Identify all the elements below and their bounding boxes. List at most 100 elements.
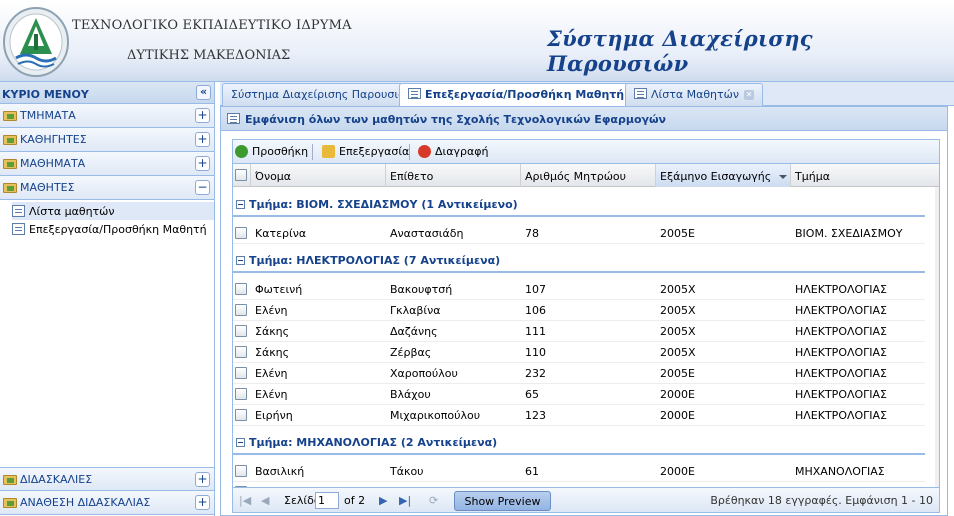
- group-collapse-icon[interactable]: [236, 200, 245, 209]
- table-cell: 2005Ε: [660, 367, 695, 380]
- delete-label: Διαγραφή: [435, 145, 489, 158]
- table-cell: 2000Ε: [660, 388, 695, 401]
- institution-logo-icon: [3, 7, 69, 77]
- group-header[interactable]: Τμήμα: ΒΙΟΜ. ΣΧΕΔΙΑΣΜΟΥ (1 Αντικείμενο): [233, 193, 925, 217]
- sidebar-section-students[interactable]: ΜΑΘΗΤΕΣ −: [0, 176, 214, 200]
- row-checkbox[interactable]: [235, 409, 247, 421]
- collapse-icon[interactable]: −: [195, 180, 210, 195]
- show-preview-button[interactable]: Show Preview: [454, 491, 551, 511]
- table-cell: 65: [525, 388, 539, 401]
- next-page-icon[interactable]: ▶: [379, 494, 387, 507]
- sidebar-section-professors[interactable]: ΚΑΘΗΓΗΤΕΣ +: [0, 128, 214, 152]
- sidebar-section-teachings[interactable]: ΔΙΔΑΣΚΑΛΙΕΣ +: [0, 467, 214, 491]
- column-header-registry-number[interactable]: Αριθμός Μητρώου: [521, 164, 656, 187]
- table-cell: Τάκου: [390, 465, 424, 478]
- row-checkbox[interactable]: [235, 304, 247, 316]
- select-all-header: [233, 164, 251, 187]
- table-cell: 2005Χ: [660, 304, 696, 317]
- main-menu-sidebar: ΚΥΡΙΟ ΜΕΝΟΥ « ΤΜΗΜΑΤΑ + ΚΑΘΗΓΗΤΕΣ + ΜΑΘΗ…: [0, 82, 215, 516]
- expand-icon[interactable]: +: [195, 472, 210, 487]
- table-row[interactable]: Ελένη Βλάχου 65 2000Ε ΗΛΕΚΤΡΟΛΟΓΙΑΣ: [233, 384, 925, 405]
- tab-label: Λίστα Μαθητών: [651, 88, 740, 101]
- table-cell: Ελένη: [255, 388, 288, 401]
- group-title: Τμήμα: ΒΙΟΜ. ΣΧΕΔΙΑΣΜΟΥ (1 Αντικείμενο): [249, 198, 518, 211]
- table-cell: Ειρήνη: [255, 409, 293, 422]
- expand-icon[interactable]: +: [195, 108, 210, 123]
- refresh-icon[interactable]: ⟳: [429, 494, 438, 507]
- column-header-last-name[interactable]: Επίθετο: [386, 164, 521, 187]
- table-row[interactable]: Βασιλική Τάκου 61 2000Ε ΜΗΧΑΝΟΛΟΓΙΑΣ: [233, 461, 925, 482]
- institution-name-line2: ΔΥΤΙΚΗΣ ΜΑΚΕΔΟΝΙΑΣ: [127, 48, 291, 63]
- table-cell: ΗΛΕΚΤΡΟΛΟΓΙΑΣ: [795, 304, 888, 317]
- table-cell: 106: [525, 304, 546, 317]
- table-cell: 2000Ε: [660, 409, 695, 422]
- row-checkbox[interactable]: [235, 388, 247, 400]
- delete-button[interactable]: Διαγραφή: [418, 145, 488, 158]
- table-cell: Κατερίνα: [255, 227, 307, 240]
- table-cell: ΗΛΕΚΤΡΟΛΟΓΙΑΣ: [795, 283, 888, 296]
- table-row[interactable]: Κατερίνα Αναστασιάδη 78 2005Ε ΒΙΟΜ. ΣΧΕΔΙΑΣΜ…: [233, 223, 925, 244]
- group-collapse-icon[interactable]: [236, 256, 245, 265]
- row-checkbox[interactable]: [235, 346, 247, 358]
- group-header[interactable]: Τμήμα: ΗΛΕΚΤΡΟΛΟΓΙΑΣ (7 Αντικείμενα): [233, 249, 925, 273]
- table-cell: Γκλαβίνα: [390, 304, 441, 317]
- table-cell: ΗΛΕΚΤΡΟΛΟΓΙΑΣ: [795, 409, 888, 422]
- previous-page-icon[interactable]: ◀: [261, 494, 269, 507]
- column-header-admission-semester[interactable]: Εξάμηνο Εισαγωγής: [656, 164, 791, 187]
- table-cell: 78: [525, 227, 539, 240]
- institution-name-line1: ΤΕΧΝΟΛΟΓΙΚΟ ΕΚΠΑΙΔΕΥΤΙΚΟ ΙΔΡΥΜΑ: [72, 18, 352, 33]
- expand-icon[interactable]: +: [195, 495, 210, 510]
- table-cell: 2005Χ: [660, 283, 696, 296]
- tree-item-label: Λίστα μαθητών: [29, 205, 115, 218]
- edit-button[interactable]: Επεξεργασία: [322, 145, 409, 158]
- page-number-input[interactable]: [315, 492, 339, 509]
- folder-icon: [3, 111, 17, 121]
- row-checkbox[interactable]: [235, 367, 247, 379]
- column-header-first-name[interactable]: Όνομα: [251, 164, 386, 187]
- form-icon: [408, 88, 421, 99]
- group-title: Τμήμα: ΗΛΕΚΤΡΟΛΟΓΙΑΣ (7 Αντικείμενα): [249, 254, 501, 267]
- panel-title: Εμφάνιση όλων των μαθητών της Σχολής Τεχ…: [245, 113, 667, 126]
- collapse-sidebar-icon[interactable]: «: [196, 85, 211, 100]
- row-checkbox[interactable]: [235, 465, 247, 477]
- students-panel: Εμφάνιση όλων των μαθητών της Σχολής Τεχ…: [220, 106, 948, 516]
- tab-edit-add-student[interactable]: Επεξεργασία/Προσθήκη Μαθητή✕: [399, 83, 649, 107]
- select-all-checkbox[interactable]: [235, 169, 247, 181]
- table-row[interactable]: Σάκης Δαζάνης 111 2005Χ ΗΛΕΚΤΡΟΛΟΓΙΑΣ: [233, 321, 925, 342]
- table-cell: 232: [525, 367, 546, 380]
- sidebar-item-edit-add-student[interactable]: Επεξεργασία/Προσθήκη Μαθητή: [12, 220, 207, 238]
- last-page-icon[interactable]: ▶|: [399, 494, 411, 507]
- tab-student-list[interactable]: Λίστα Μαθητών ✕: [625, 83, 764, 106]
- edit-pencil-icon: [322, 145, 335, 158]
- sidebar-section-label: ΜΑΘΗΤΕΣ: [20, 181, 75, 194]
- sidebar-section-teaching-assignment[interactable]: ΑΝΑΘΕΣΗ ΔΙΔΑΣΚΑΛΙΑΣ +: [0, 491, 214, 515]
- sidebar-section-departments[interactable]: ΤΜΗΜΑΤΑ +: [0, 104, 214, 128]
- table-row[interactable]: Ελένη Γκλαβίνα 106 2005Χ ΗΛΕΚΤΡΟΛΟΓΙΑΣ: [233, 300, 925, 321]
- table-row[interactable]: Φωτεινή Βακουφτσή 107 2005Χ ΗΛΕΚΤΡΟΛΟΓΙΑΣ: [233, 279, 925, 300]
- row-checkbox[interactable]: [235, 325, 247, 337]
- table-row[interactable]: Σάκης Ζέρβας 110 2005Χ ΗΛΕΚΤΡΟΛΟΓΙΑΣ: [233, 342, 925, 363]
- row-checkbox[interactable]: [235, 227, 247, 239]
- sidebar-section-label: ΔΙΔΑΣΚΑΛΙΕΣ: [20, 473, 93, 486]
- column-header-department[interactable]: Τμήμα: [791, 164, 939, 187]
- grid-scrollbar[interactable]: [935, 187, 939, 494]
- table-row[interactable]: Ελένη Χαροπούλου 232 2005Ε ΗΛΕΚΤΡΟΛΟΓΙΑΣ: [233, 363, 925, 384]
- table-cell: 107: [525, 283, 546, 296]
- tab-attendance-system[interactable]: Σύστημα Διαχείρισης Παρουσιών: [222, 83, 423, 106]
- sidebar-section-label: ΤΜΗΜΑΤΑ: [20, 109, 76, 122]
- group-title: Τμήμα: ΜΗΧΑΝΟΛΟΓΙΑΣ (2 Αντικείμενα): [249, 436, 498, 449]
- sidebar-section-courses[interactable]: ΜΑΘΗΜΑΤΑ +: [0, 152, 214, 176]
- group-header[interactable]: Τμήμα: ΜΗΧΑΝΟΛΟΓΙΑΣ (2 Αντικείμενα): [233, 431, 925, 455]
- table-row[interactable]: Ειρήνη Μιχαρικοπούλου 123 2000Ε ΗΛΕΚΤΡΟΛΟΓΙΑ…: [233, 405, 925, 426]
- close-icon[interactable]: ✕: [744, 90, 755, 100]
- first-page-icon[interactable]: |◀: [239, 494, 251, 507]
- group-collapse-icon[interactable]: [236, 438, 245, 447]
- grid-icon: [227, 113, 240, 124]
- expand-icon[interactable]: +: [195, 132, 210, 147]
- add-button[interactable]: Προσθήκη: [235, 145, 308, 158]
- sidebar-item-student-list[interactable]: Λίστα μαθητών: [12, 202, 214, 220]
- add-icon: [235, 145, 248, 158]
- row-checkbox[interactable]: [235, 283, 247, 295]
- tab-strip: Σύστημα Διαχείρισης Παρουσιών Επεξεργασί…: [220, 82, 954, 107]
- expand-icon[interactable]: +: [195, 156, 210, 171]
